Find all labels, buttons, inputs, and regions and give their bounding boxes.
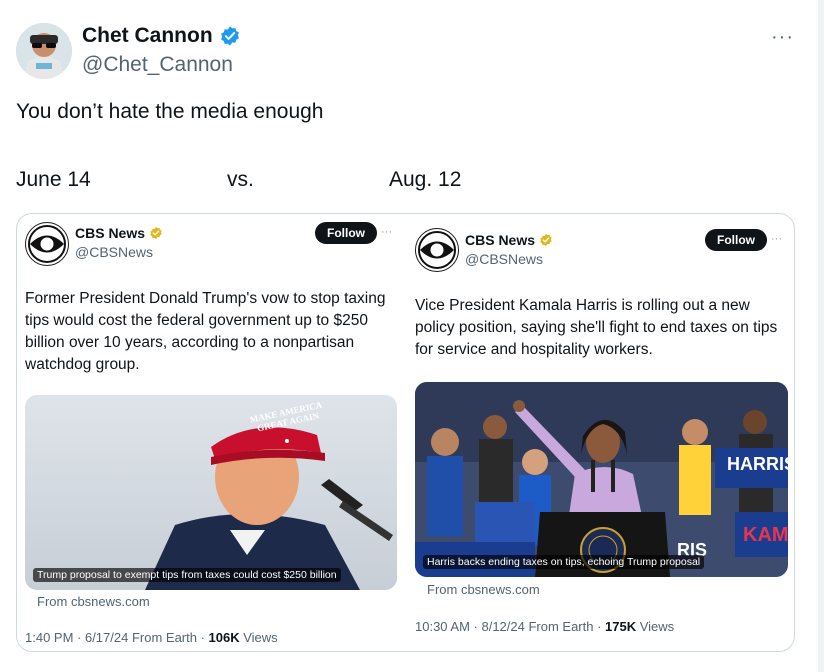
scrollbar-track[interactable] — [818, 0, 824, 672]
follow-button[interactable]: Follow — [705, 229, 767, 251]
embedded-post-trump: CBS News @CBSNews Follow ··· Former Pres… — [17, 214, 407, 651]
author-name[interactable]: Chet Cannon — [82, 24, 241, 48]
sign-text: HARRIS — [727, 454, 788, 474]
post-image[interactable]: HARRIS KAMA RIS Harris backs ending taxe… — [415, 382, 788, 577]
post-meta: 10:30 AM · 8/12/24 From Earth · 175K Vie… — [415, 619, 674, 634]
account-name[interactable]: CBS News — [465, 232, 553, 248]
follow-button[interactable]: Follow — [315, 222, 377, 244]
account-name[interactable]: CBS News — [75, 225, 163, 241]
post-meta: 1:40 PM · 6/17/24 From Earth · 106K View… — [25, 630, 278, 645]
tweet-media[interactable]: CBS News @CBSNews Follow ··· Former Pres… — [16, 213, 795, 652]
tweet-text: You don’t hate the media enough — [16, 100, 324, 123]
views-count: 106K — [208, 630, 240, 645]
post-text: Former President Donald Trump's vow to s… — [25, 290, 386, 373]
verified-gold-icon — [150, 226, 162, 240]
views-count: 175K — [605, 619, 637, 634]
post-text: Vice President Kamala Harris is rolling … — [415, 297, 778, 358]
post-timestamp[interactable]: 10:30 AM · 8/12/24 From Earth · — [415, 619, 605, 634]
versus-label: vs. — [227, 168, 254, 191]
right-date: Aug. 12 — [389, 168, 462, 191]
cbs-logo-icon — [25, 222, 69, 266]
image-caption: Trump proposal to exempt tips from taxes… — [33, 568, 341, 582]
author-handle[interactable]: @Chet_Cannon — [82, 53, 233, 77]
more-icon[interactable]: ··· — [771, 233, 782, 245]
image-caption: Harris backs ending taxes on tips, echoi… — [423, 555, 705, 569]
source-link[interactable]: From cbsnews.com — [37, 594, 150, 609]
verified-gold-icon — [540, 233, 552, 247]
embedded-post-harris: CBS News @CBSNews Follow ··· Vice Presid… — [407, 214, 794, 651]
account-handle[interactable]: @CBSNews — [465, 251, 543, 267]
post-image[interactable]: MAKE AMERICA GREAT AGAIN Trump proposal … — [25, 395, 397, 590]
source-link[interactable]: From cbsnews.com — [427, 582, 540, 597]
avatar[interactable] — [16, 23, 72, 79]
more-options-icon[interactable]: ··· — [771, 26, 794, 49]
comparison-row: June 14 vs. Aug. 12 — [16, 168, 716, 194]
account-handle[interactable]: @CBSNews — [75, 244, 153, 260]
sign-text: KAMA — [743, 524, 788, 546]
left-date: June 14 — [16, 168, 91, 191]
views-label: Views — [636, 619, 675, 634]
views-label: Views — [239, 630, 278, 645]
post-timestamp[interactable]: 1:40 PM · 6/17/24 From Earth · — [25, 630, 209, 645]
verified-badge-icon — [220, 26, 239, 46]
cbs-logo-icon — [415, 228, 459, 272]
more-icon[interactable]: ··· — [381, 226, 392, 238]
